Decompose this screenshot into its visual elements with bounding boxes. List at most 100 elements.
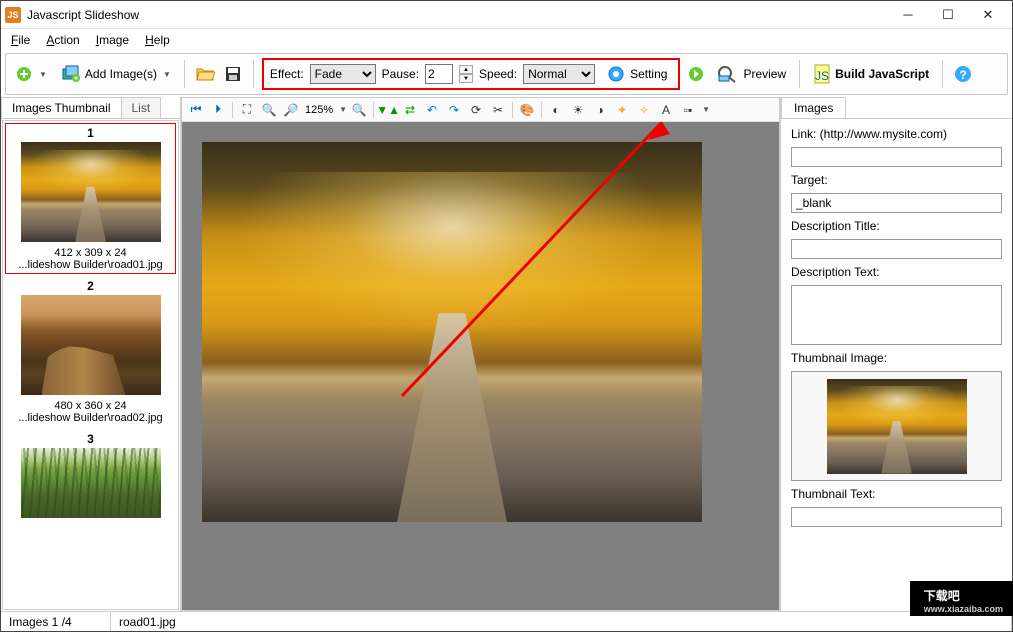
main-area: Images Thumbnail List 1 412 x 309 x 24 .… [1,97,1012,611]
new-button[interactable]: ▼ [10,62,52,86]
desc-text-label: Description Text: [791,265,1002,279]
effect-select[interactable]: Fade [310,64,376,84]
gear-icon [606,64,626,84]
preview-button[interactable]: Preview [712,62,791,86]
border-button[interactable]: ▫▪ [678,100,698,120]
thumbnail-item[interactable]: 2 480 x 360 x 24 ...lideshow Builder\roa… [5,276,176,427]
thumbnail-item[interactable]: 3 [5,429,176,524]
build-button[interactable]: JS Build JavaScript [808,61,934,87]
save-button[interactable] [221,62,245,86]
thumbnail-list[interactable]: 1 412 x 309 x 24 ...lideshow Builder\roa… [2,120,179,610]
status-bar: Images 1 /4 road01.jpg [1,611,1012,631]
play-button[interactable]: ⏵ [208,100,228,120]
rotate-icon: ⟳ [471,103,481,117]
link-input[interactable] [791,147,1002,167]
script-icon: JS [813,64,831,84]
thumb-text-input[interactable] [791,507,1002,527]
watermark-sub: www.xiazaiba.com [924,604,1003,614]
title-bar: JS Javascript Slideshow ─ ☐ ✕ [1,1,1012,29]
left-tabs: Images Thumbnail List [1,97,180,119]
first-button[interactable]: ⏮ [186,100,206,120]
thumb-path: ...lideshow Builder\road01.jpg [8,259,173,271]
watermark: 下载吧 www.xiazaiba.com [910,581,1013,616]
thumb-number: 3 [8,432,173,446]
chevron-down-icon[interactable]: ▼ [702,105,710,114]
zoom-reset-button[interactable]: 🔍 [349,100,369,120]
new-icon [15,65,33,83]
target-input[interactable] [791,193,1002,213]
thumb-img-label: Thumbnail Image: [791,351,1002,365]
zoom-out-icon: 🔍 [262,103,277,117]
thumb-image-1 [21,142,161,242]
menu-action[interactable]: Action [38,31,87,49]
blur-button[interactable]: ✧ [634,100,654,120]
rotate-right-button[interactable]: ↷ [444,100,464,120]
chevron-down-icon: ▼ [163,70,171,79]
border-icon: ▫▪ [684,103,693,117]
sharpen-button[interactable]: ✦ [612,100,632,120]
target-label: Target: [791,173,1002,187]
right-tabs: Images [781,97,1012,119]
flip-h-button[interactable]: ⇄ [400,100,420,120]
preview-label: Preview [743,67,786,81]
left-panel: Images Thumbnail List 1 412 x 309 x 24 .… [1,97,181,611]
thumb-number: 2 [8,279,173,293]
pause-input[interactable] [425,64,453,84]
saturation-button[interactable]: ◑ [590,100,610,120]
effects-button[interactable]: 🎨 [517,100,537,120]
help-button[interactable]: ? [951,62,975,86]
play-icon: ⏵ [215,102,221,117]
status-file: road01.jpg [111,612,1012,631]
pause-spinner[interactable]: ▲▼ [459,65,473,83]
center-panel: ⏮ ⏵ ⛶ 🔍 🔎 125% ▼ 🔍 ▼▲ ⇄ ↶ ↷ ⟳ ✂ 🎨 ◐ ☀ ◑ … [181,97,780,611]
close-button[interactable]: ✕ [968,3,1008,27]
app-icon: JS [5,7,21,23]
tab-images[interactable]: Images [781,97,846,118]
maximize-button[interactable]: ☐ [928,3,968,27]
text-button[interactable]: A [656,100,676,120]
speed-select[interactable]: Normal [523,64,595,84]
canvas-area[interactable] [182,122,779,610]
blur-icon: ✧ [639,103,649,117]
flip-v-button[interactable]: ▼▲ [378,100,398,120]
crop-button[interactable]: ✂ [488,100,508,120]
watermark-main: 下载吧 [924,587,1003,604]
thumb-path: ...lideshow Builder\road02.jpg [8,412,173,424]
menu-file[interactable]: File [3,31,38,49]
fit-button[interactable]: ⛶ [237,100,257,120]
tab-images-thumbnail[interactable]: Images Thumbnail [1,97,122,118]
sharpen-icon: ✦ [617,103,627,117]
menu-image[interactable]: Image [88,31,137,49]
effect-label: Effect: [270,67,304,81]
tab-list[interactable]: List [121,97,162,118]
setting-button[interactable]: Setting [601,61,672,87]
menu-bar: File Action Image Help [1,29,1012,51]
window-title: Javascript Slideshow [27,8,888,22]
menu-help[interactable]: Help [137,31,178,49]
brightness-button[interactable]: ☀ [568,100,588,120]
text-icon: A [662,103,670,117]
status-images: Images 1 /4 [1,612,111,631]
contrast-icon: ◐ [552,103,559,117]
thumb-image-3 [21,448,161,518]
rotate-left-button[interactable]: ↶ [422,100,442,120]
desc-text-input[interactable] [791,285,1002,345]
first-icon: ⏮ [191,102,202,117]
desc-title-input[interactable] [791,239,1002,259]
crop-icon: ✂ [493,103,503,117]
open-button[interactable] [193,62,217,86]
rotate-button[interactable]: ⟳ [466,100,486,120]
right-panel: Images Link: (http://www.mysite.com) Tar… [780,97,1012,611]
speed-label: Speed: [479,67,517,81]
add-images-icon [61,65,81,83]
zoom-in-button[interactable]: 🔎 [281,100,301,120]
link-label: Link: (http://www.mysite.com) [791,127,1002,141]
add-images-button[interactable]: Add Image(s) ▼ [56,62,176,86]
thumbnail-item[interactable]: 1 412 x 309 x 24 ...lideshow Builder\roa… [5,123,176,274]
minimize-button[interactable]: ─ [888,3,928,27]
zoom-out-button[interactable]: 🔍 [259,100,279,120]
add-images-label: Add Image(s) [85,67,157,81]
contrast-button[interactable]: ◐ [546,100,566,120]
chevron-down-icon[interactable]: ▼ [339,105,347,114]
forward-button[interactable] [684,62,708,86]
